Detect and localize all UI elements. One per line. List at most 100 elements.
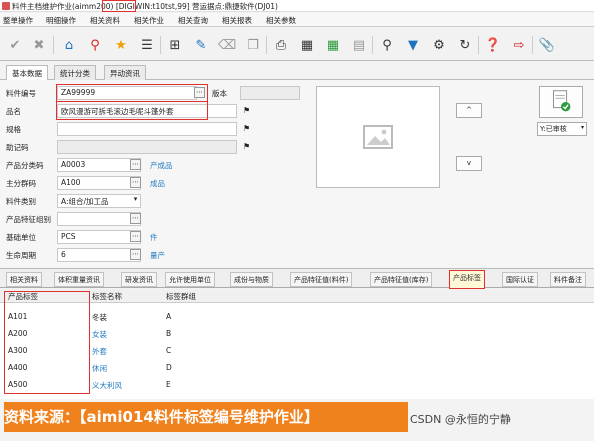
group-field[interactable]: A100 [57, 176, 141, 190]
version-field[interactable] [240, 86, 300, 100]
cell-label-code: A500 [8, 380, 28, 389]
mnemonic-field[interactable] [57, 140, 237, 154]
name-label: 品名 [6, 107, 21, 116]
menu-detail-ops[interactable]: 明细操作 [46, 15, 76, 26]
toolbar-separator [160, 36, 161, 54]
toolbar-separator [372, 36, 373, 54]
item-image-box[interactable] [316, 86, 440, 188]
item-no-lookup-icon[interactable]: ⋯ [194, 87, 205, 98]
help-icon[interactable]: ❓ [484, 36, 502, 54]
version-label: 版本 [212, 89, 227, 98]
approve-doc-icon [553, 90, 571, 112]
flag-icon[interactable]: ⚑ [243, 123, 252, 134]
base-unit-label: 基础单位 [6, 233, 36, 242]
category-desc: 产成品 [150, 161, 173, 170]
tab-feature-stock[interactable]: 产品特征值(库存) [370, 272, 433, 287]
feature-group-field[interactable] [57, 212, 141, 226]
cell-label-code: A101 [8, 312, 28, 321]
group-lookup-icon[interactable]: ⋯ [130, 177, 141, 188]
cell-label-group: C [166, 346, 172, 355]
group-label: 主分群码 [6, 179, 36, 188]
program-code-highlight [102, 0, 136, 12]
lifecycle-field[interactable]: 6 [57, 248, 141, 262]
search-icon[interactable]: ⚲ [378, 36, 396, 54]
status-select[interactable]: Y:已审核 ▾ [537, 122, 587, 136]
base-unit-field[interactable]: PCS [57, 230, 141, 244]
cell-label-name: 女装 [92, 330, 107, 339]
col-header-label[interactable]: 产品标签 [8, 291, 38, 302]
category-lookup-icon[interactable]: ⋯ [130, 159, 141, 170]
tab-allowed-units[interactable]: 允许使用单位 [165, 272, 215, 287]
edit-icon[interactable]: ✎ [192, 36, 210, 54]
item-type-select[interactable]: A:组合/加工品 [57, 194, 141, 208]
tab-product-label[interactable]: 产品标签 [449, 270, 485, 289]
spec-field[interactable] [57, 122, 237, 136]
feature-group-lookup-icon[interactable]: ⋯ [130, 213, 141, 224]
export-icon[interactable]: ▤ [350, 36, 368, 54]
print-preview-icon[interactable]: ▦ [298, 36, 316, 54]
tab-volume-weight[interactable]: 体积重量资讯 [54, 272, 104, 287]
item-no-field[interactable]: ZA99999 [57, 86, 197, 100]
exit-icon[interactable]: ⇨ [510, 36, 528, 54]
item-no-label: 料件编号 [6, 89, 36, 98]
chevron-down-icon[interactable]: ▾ [130, 195, 141, 206]
menu-related-data[interactable]: 相关资料 [90, 15, 120, 26]
tab-rd-info[interactable]: 研发资讯 [121, 272, 157, 287]
star-icon[interactable]: ★ [112, 36, 130, 54]
menu-related-params[interactable]: 相关参数 [266, 15, 296, 26]
col-header-name[interactable]: 标签名称 [92, 291, 122, 302]
move-down-button[interactable]: v [456, 156, 482, 171]
toolbar-separator [53, 36, 54, 54]
location-pin-icon[interactable]: ⚲ [86, 36, 104, 54]
name-field[interactable]: 欧风漫游可拆毛滚边毛呢斗篷外套 [57, 104, 237, 118]
toolbar-separator [266, 36, 267, 54]
grid-header: 产品标签 标签名称 标签群组 [0, 289, 594, 303]
cell-label-group: A [166, 312, 172, 321]
cell-label-name: 休闲 [92, 364, 107, 373]
lifecycle-lookup-icon[interactable]: ⋯ [130, 249, 141, 260]
lifecycle-desc: 量产 [150, 251, 165, 260]
attachment-icon[interactable]: 📎 [538, 36, 556, 54]
toolbar-separator [532, 36, 533, 54]
tab-item-notes[interactable]: 料件备注 [550, 272, 586, 287]
cell-label-group: B [166, 329, 172, 338]
category-label: 产品分类码 [6, 161, 44, 170]
tab-related-data[interactable]: 相关资料 [6, 272, 42, 287]
tab-intl-cert[interactable]: 国际认证 [502, 272, 538, 287]
col-header-group[interactable]: 标签群组 [166, 291, 196, 302]
category-field[interactable]: A0003 [57, 158, 141, 172]
cancel-circle-icon[interactable]: ✖ [30, 36, 48, 54]
add-icon[interactable]: ⊞ [166, 36, 184, 54]
tab-basic-data[interactable]: 基本数据 [6, 65, 48, 81]
menu-related-query[interactable]: 相关查询 [178, 15, 208, 26]
tab-composition[interactable]: 成份与物质 [230, 272, 273, 287]
home-icon[interactable]: ⌂ [60, 36, 78, 54]
refresh-icon[interactable]: ↻ [456, 36, 474, 54]
check-circle-icon[interactable]: ✔ [6, 36, 24, 54]
spec-label: 规格 [6, 125, 21, 134]
print-icon[interactable]: ⎙ [272, 36, 290, 54]
tab-transactions[interactable]: 异动资讯 [104, 65, 146, 80]
delete-icon[interactable]: ⌫ [218, 36, 236, 54]
menu-related-reports[interactable]: 相关报表 [222, 15, 252, 26]
mnemonic-label: 助记码 [6, 143, 29, 152]
filter-icon[interactable]: ▼ [404, 36, 422, 54]
filter-advanced-icon[interactable]: ⚙ [430, 36, 448, 54]
menu-bar: 整单操作 明细操作 相关资料 相关作业 相关查询 相关报表 相关参数 [0, 13, 594, 27]
list-icon[interactable]: ☰ [138, 36, 156, 54]
group-desc: 成品 [150, 179, 165, 188]
lifecycle-label: 生命周期 [6, 251, 36, 260]
tab-feature-item[interactable]: 产品特征值(料件) [290, 272, 353, 287]
base-unit-lookup-icon[interactable]: ⋯ [130, 231, 141, 242]
move-up-button[interactable]: ^ [456, 103, 482, 118]
tab-statistics[interactable]: 统计分类 [54, 65, 96, 80]
export-excel-icon[interactable]: ▦ [324, 36, 342, 54]
flag-icon[interactable]: ⚑ [243, 105, 252, 116]
approve-button[interactable] [539, 86, 583, 118]
menu-related-jobs[interactable]: 相关作业 [134, 15, 164, 26]
product-label-grid: 产品标签 标签名称 标签群组 A101 冬装 A A200 女装 B A300 … [0, 289, 594, 399]
copy-icon[interactable]: ❐ [244, 36, 262, 54]
flag-icon[interactable]: ⚑ [243, 141, 252, 152]
menu-doc-ops[interactable]: 整单操作 [3, 15, 33, 26]
title-bar: 料件主档维护作业(aimm200) [DIGIWIN:t10tst,99] 营运… [0, 0, 594, 12]
